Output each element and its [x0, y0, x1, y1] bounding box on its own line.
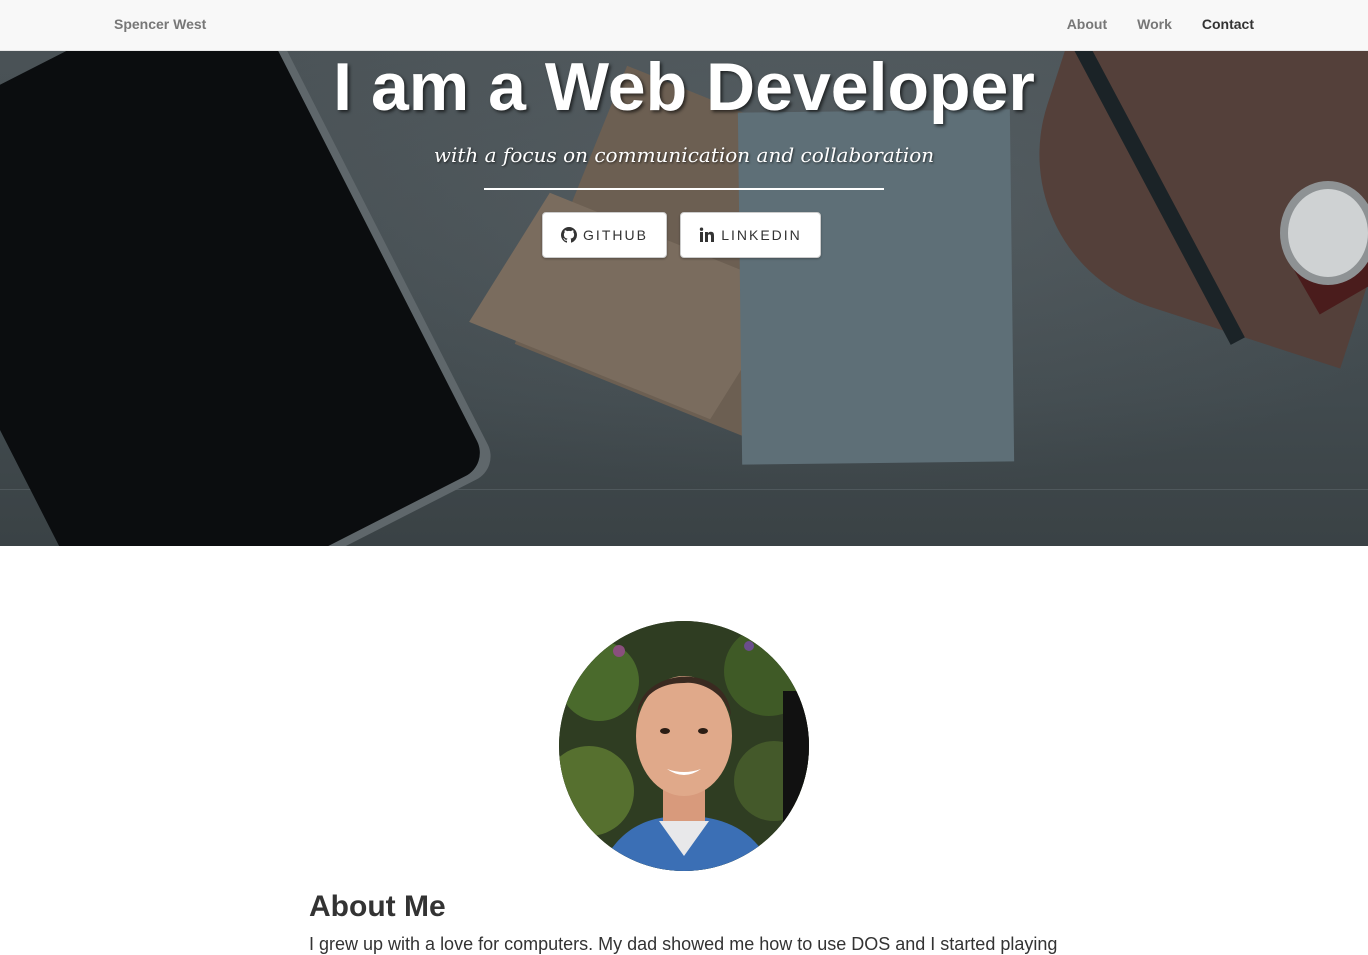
linkedin-button-label: LINKEDIN	[721, 227, 802, 243]
about-title: About Me	[309, 890, 446, 923]
hero-title: I am a Web Developer	[333, 51, 1035, 125]
tablet-shape	[0, 51, 489, 546]
nav-link-contact[interactable]: Contact	[1202, 16, 1254, 32]
github-button-label: GITHUB	[583, 227, 648, 243]
watch-shape	[1280, 181, 1368, 285]
hero-subtitle: with a focus on communication and collab…	[433, 143, 935, 167]
avatar	[559, 621, 809, 871]
linkedin-icon	[699, 227, 715, 243]
nav-link-about[interactable]: About	[1067, 16, 1107, 32]
nav-links: About Work Contact	[1067, 16, 1254, 32]
about-section: About Me I grew up with a love for compu…	[0, 546, 1368, 954]
github-button[interactable]: GITHUB	[542, 212, 667, 258]
hero-buttons: GITHUB LINKEDIN	[542, 212, 821, 258]
nav-link-work[interactable]: Work	[1137, 16, 1172, 32]
brand-link[interactable]: Spencer West	[114, 16, 206, 32]
github-icon	[561, 227, 578, 243]
hero-section: I am a Web Developer with a focus on com…	[0, 51, 1368, 546]
linkedin-button[interactable]: LINKEDIN	[680, 212, 821, 258]
hero-background	[0, 51, 1368, 546]
hero-divider	[484, 188, 884, 190]
top-navbar: Spencer West About Work Contact	[0, 0, 1368, 51]
